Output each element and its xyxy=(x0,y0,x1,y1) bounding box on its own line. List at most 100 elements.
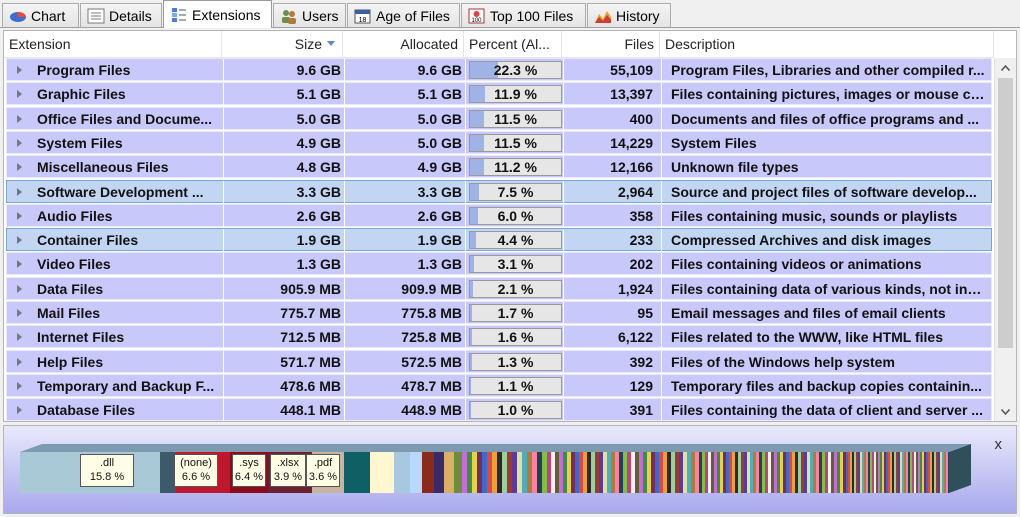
column-divider xyxy=(223,399,224,421)
table-row[interactable]: Data Files 905.9 MB 909.9 MB 1,924 Files con… xyxy=(6,276,992,300)
cell-allocated: 9.6 GB xyxy=(417,62,462,78)
expand-arrow-icon[interactable] xyxy=(17,309,22,317)
table-row[interactable]: System Files 4.9 GB 5.0 GB 14,229 System Fil… xyxy=(6,130,992,154)
expand-arrow-icon[interactable] xyxy=(17,163,22,172)
expand-arrow-icon[interactable] xyxy=(17,381,22,390)
treemap-block xyxy=(595,452,599,493)
treemap-block xyxy=(825,452,828,493)
treemap-block xyxy=(729,452,732,493)
expand-arrow-icon[interactable] xyxy=(17,236,22,245)
table-row[interactable]: Miscellaneous Files 4.8 GB 4.9 GB 12,166 Unk… xyxy=(6,155,992,179)
list-header: Extension Size Allocated Percent (Al... … xyxy=(4,31,994,58)
column-divider xyxy=(563,107,564,130)
treemap-block xyxy=(912,452,914,493)
scroll-up-button[interactable] xyxy=(995,59,1016,76)
expand-arrow-icon[interactable] xyxy=(17,357,22,366)
treemap-block xyxy=(918,452,920,493)
treemap-canvas[interactable] xyxy=(4,426,1016,513)
treemap-block xyxy=(924,452,926,493)
table-row[interactable]: Graphic Files 5.1 GB 5.1 GB 13,397 Files con… xyxy=(6,82,992,106)
column-divider xyxy=(465,107,466,130)
expand-arrow-icon[interactable] xyxy=(17,406,22,415)
column-divider xyxy=(661,350,662,373)
cell-allocated: 4.9 GB xyxy=(417,159,462,176)
treemap-block xyxy=(854,452,856,493)
vertical-scrollbar[interactable] xyxy=(994,58,1016,421)
table-row[interactable]: Container Files 1.9 GB 1.9 GB 233 Compressed… xyxy=(6,228,992,252)
column-header-description[interactable]: Description xyxy=(660,31,994,57)
table-row[interactable]: Database Files 448.1 MB 448.9 MB 391 Files c… xyxy=(6,398,992,421)
treemap-block xyxy=(695,452,699,493)
cell-description: Temporary files and backup copies contai… xyxy=(671,377,982,394)
history-chart-icon xyxy=(594,8,612,24)
column-header-size-label: Size xyxy=(294,36,322,52)
column-header-size[interactable]: Size xyxy=(222,31,343,57)
expand-arrow-icon[interactable] xyxy=(17,138,22,147)
table-row[interactable]: Temporary and Backup F... 478.6 MB 478.7 M… xyxy=(6,373,992,397)
column-divider xyxy=(661,399,662,421)
tab-chart[interactable]: Chart xyxy=(2,3,79,27)
treemap-block xyxy=(870,452,872,493)
expand-arrow-icon[interactable] xyxy=(17,114,22,123)
table-row[interactable]: Mail Files 775.7 MB 775.8 MB 95 Email messag… xyxy=(6,301,992,324)
tab-history[interactable]: History xyxy=(587,3,671,27)
expand-arrow-icon[interactable] xyxy=(17,187,22,196)
table-row[interactable]: Video Files 1.3 GB 1.3 GB 202 Files containi… xyxy=(6,252,992,276)
table-row[interactable]: Software Development ... 3.3 GB 3.3 GB 2,96… xyxy=(6,179,992,203)
table-row[interactable]: Program Files 9.6 GB 9.6 GB 55,109 Program F… xyxy=(6,58,992,81)
column-header-extension[interactable]: Extension xyxy=(4,31,222,57)
column-divider xyxy=(661,326,662,349)
column-divider xyxy=(465,302,466,324)
tab-top-100-files[interactable]: 100 Top 100 Files xyxy=(461,3,586,27)
percent-bar-label: 1.6 % xyxy=(497,329,534,346)
extensions-icon xyxy=(170,7,188,23)
tab-users[interactable]: Users xyxy=(273,3,346,27)
cell-files: 400 xyxy=(629,110,653,127)
table-row[interactable]: Audio Files 2.6 GB 2.6 GB 358 Files containi… xyxy=(6,203,992,227)
treemap-block xyxy=(916,452,918,493)
column-divider xyxy=(661,59,662,81)
column-divider xyxy=(465,253,466,276)
treemap-side-face xyxy=(949,444,971,493)
tab-extensions[interactable]: Extensions xyxy=(163,0,272,28)
column-divider xyxy=(563,277,564,300)
treemap-block xyxy=(651,452,655,493)
treemap-label: .dll 15.8 % xyxy=(80,454,134,487)
treemap-block xyxy=(750,452,753,493)
treemap-block xyxy=(370,452,394,493)
treemap-block xyxy=(512,452,517,493)
extensions-list: Extension Size Allocated Percent (Al... … xyxy=(3,30,1017,422)
expand-arrow-icon[interactable] xyxy=(17,260,22,269)
column-header-percent[interactable]: Percent (Al... xyxy=(464,31,562,57)
treemap-block xyxy=(559,452,563,493)
treemap-block xyxy=(738,452,741,493)
column-header-allocated[interactable]: Allocated xyxy=(343,31,464,57)
cell-extension: Office Files and Docume... xyxy=(37,110,213,127)
tab-details[interactable]: Details xyxy=(80,3,162,27)
table-row[interactable]: Office Files and Docume... 5.0 GB 5.0 GB 40… xyxy=(6,106,992,130)
table-row[interactable]: Internet Files 712.5 MB 725.8 MB 6,122 Files… xyxy=(6,325,992,349)
treemap-block xyxy=(467,452,472,493)
cell-allocated: 1.9 GB xyxy=(417,232,462,249)
tab-age-of-files[interactable]: 18 Age of Files xyxy=(347,3,460,27)
expand-arrow-icon[interactable] xyxy=(17,211,22,220)
scroll-down-button[interactable] xyxy=(995,403,1016,420)
treemap-block xyxy=(631,452,635,493)
column-header-files[interactable]: Files xyxy=(562,31,660,57)
treemap-block xyxy=(527,452,532,493)
close-treemap-button[interactable]: x xyxy=(995,436,1003,453)
expand-arrow-icon[interactable] xyxy=(17,333,22,342)
treemap-block xyxy=(699,452,702,493)
scrollbar-thumb[interactable] xyxy=(998,78,1013,348)
cell-extension: Database Files xyxy=(37,402,136,419)
expand-arrow-icon[interactable] xyxy=(17,66,22,74)
treemap-block xyxy=(801,452,804,493)
treemap-top-face xyxy=(20,444,971,452)
expand-arrow-icon[interactable] xyxy=(17,284,22,293)
percent-bar: 11.5 % xyxy=(469,133,562,152)
cell-extension: Audio Files xyxy=(37,207,113,224)
treemap-block xyxy=(454,452,462,493)
treemap-block xyxy=(819,452,822,493)
table-row[interactable]: Help Files 571.7 MB 572.5 MB 392 Files of th… xyxy=(6,349,992,373)
expand-arrow-icon[interactable] xyxy=(17,90,22,99)
